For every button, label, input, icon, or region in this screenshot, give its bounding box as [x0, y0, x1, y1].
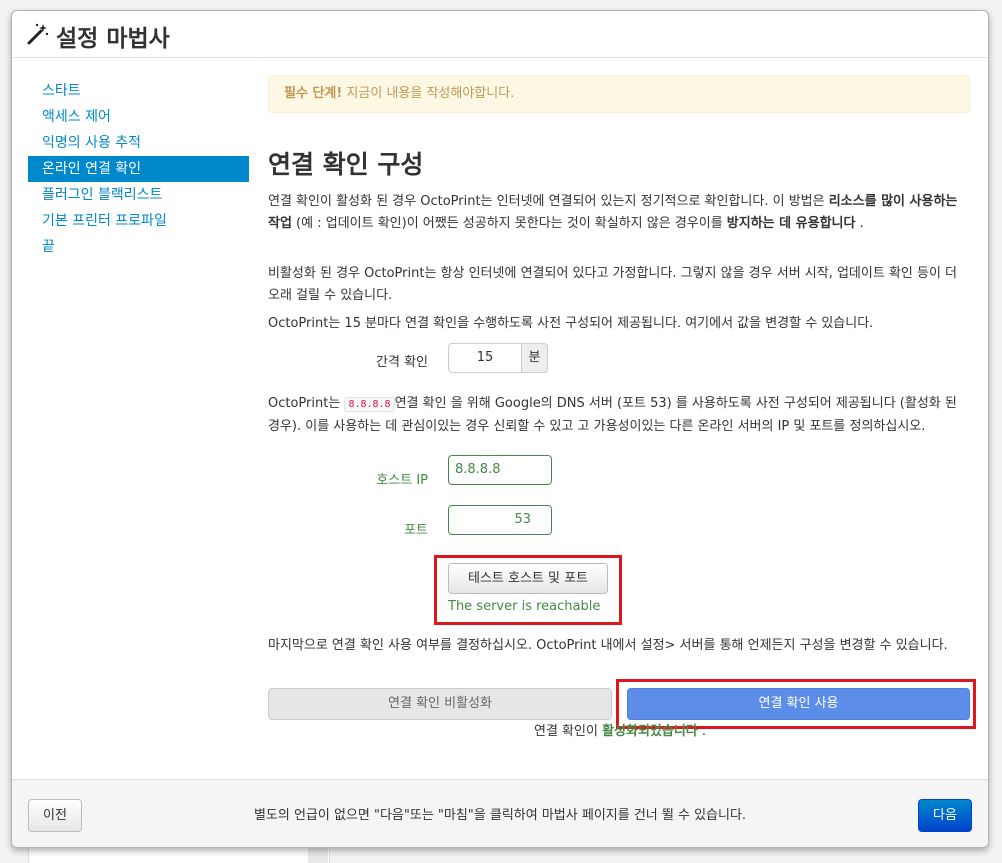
- previous-button[interactable]: 이전: [28, 799, 82, 832]
- interval-info-paragraph: OctoPrint는 15 분마다 연결 확인을 수행하도록 사전 구성되어 제…: [268, 316, 874, 331]
- status-suffix: .: [697, 724, 707, 739]
- sidebar-item-start[interactable]: 스타트: [28, 78, 249, 104]
- intro-text-2: (예 : 업데이트 확인)이 어쨌든 성공하지 못한다는 것이 확실하지 않은 …: [291, 216, 727, 231]
- page-title: 연결 확인 구성: [268, 150, 424, 179]
- dialog-header: 설정 마법사: [12, 11, 988, 58]
- interval-unit-addon: 분: [521, 343, 548, 373]
- wizard-steps-nav: 스타트 액세스 제어 익명의 사용 추적 온라인 연결 확인 플러그인 블랙리스…: [28, 78, 249, 260]
- alert-text: 지금이 내용을 작성해야합니다.: [342, 86, 515, 101]
- connectivity-status: 연결 확인이 활성화되었습니다 .: [268, 720, 972, 739]
- next-button[interactable]: 다음: [918, 799, 972, 832]
- port-input[interactable]: 53: [448, 505, 552, 535]
- interval-label: 간격 확인: [376, 355, 428, 370]
- default-ip-code: 8.8.8.8: [344, 397, 395, 412]
- disabled-info-paragraph: 비활성화 된 경우 OctoPrint는 항상 인터넷에 연결되어 있다고 가정…: [268, 266, 958, 303]
- host-ip-label: 호스트 IP: [376, 473, 428, 488]
- highlight-box-test: [434, 555, 622, 625]
- intro-text-1: 연결 확인이 활성화 된 경우 OctoPrint는 인터넷에 연결되어 있는지…: [268, 194, 829, 209]
- setup-wizard-dialog: 설정 마법사 스타트 액세스 제어 익명의 사용 추적 온라인 연결 확인 플러…: [11, 10, 989, 848]
- dialog-footer: 별도의 언급이 없으면 "다음"또는 "마침"을 클릭하여 마법사 페이지를 건…: [12, 779, 988, 847]
- footer-note: 별도의 언급이 없으면 "다음"또는 "마침"을 클릭하여 마법사 페이지를 건…: [253, 808, 747, 823]
- host-ip-input[interactable]: 8.8.8.8: [448, 455, 552, 485]
- sidebar-item-online-check[interactable]: 온라인 연결 확인: [28, 156, 249, 182]
- required-step-alert: 필수 단계! 지금이 내용을 작성해야합니다.: [268, 75, 970, 113]
- status-prefix: 연결 확인이: [533, 724, 603, 739]
- sidebar-item-usage-tracking[interactable]: 익명의 사용 추적: [28, 130, 249, 156]
- sidebar-item-access-control[interactable]: 액세스 제어: [28, 104, 249, 130]
- disable-connectivity-check-button[interactable]: 연결 확인 비활성화: [268, 688, 612, 720]
- host-info-text-1: OctoPrint는: [268, 396, 345, 411]
- alert-strong: 필수 단계!: [284, 86, 343, 101]
- sidebar-item-printer-profile[interactable]: 기본 프린터 프로파일: [28, 208, 249, 234]
- final-decision-paragraph: 마지막으로 연결 확인 사용 여부를 결정하십시오. OctoPrint 내에서…: [268, 638, 948, 653]
- status-state: 활성화되었습니다: [602, 724, 698, 739]
- interval-input[interactable]: 15: [448, 343, 522, 373]
- port-label: 포트: [404, 523, 428, 538]
- intro-bold-2: 방지하는 데 유용합니다: [726, 216, 856, 231]
- magic-wand-icon: [27, 23, 49, 45]
- intro-text-3: .: [855, 216, 864, 231]
- dialog-title: 설정 마법사: [56, 26, 170, 52]
- intro-paragraph: 연결 확인이 활성화 된 경우 OctoPrint는 인터넷에 연결되어 있는지…: [268, 191, 968, 235]
- host-info-paragraph: OctoPrint는 8.8.8.8 연결 확인 을 위해 Google의 DNS…: [268, 393, 968, 438]
- sidebar-item-finish[interactable]: 끝: [28, 234, 249, 260]
- sidebar-item-plugin-blacklist[interactable]: 플러그인 블랙리스트: [28, 182, 249, 208]
